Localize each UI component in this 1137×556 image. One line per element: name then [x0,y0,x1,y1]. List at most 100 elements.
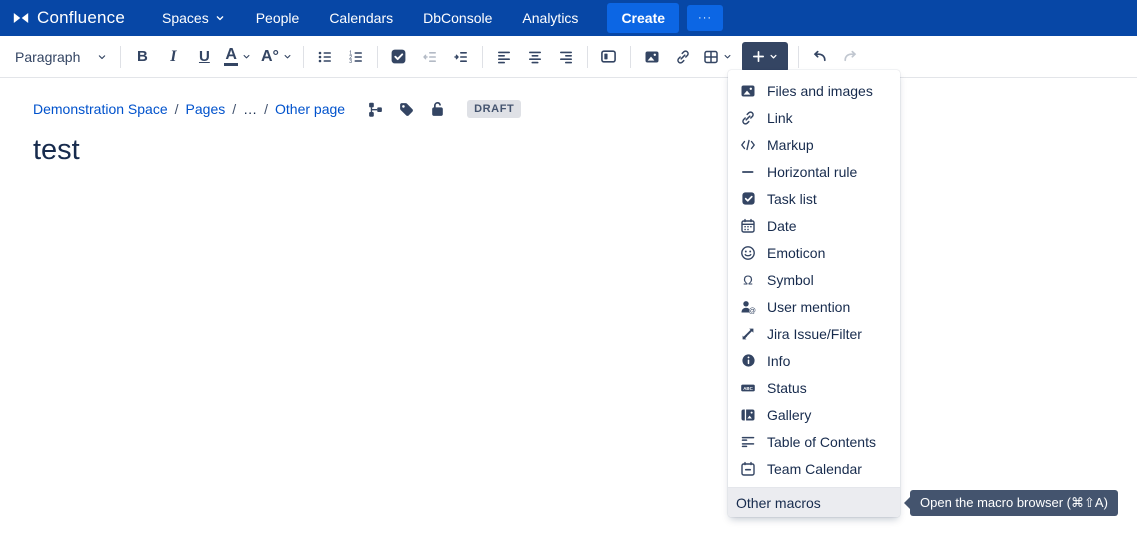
nav-item-spaces[interactable]: Spaces [147,0,241,36]
logo-text: Confluence [37,8,125,28]
insert-more-content-button[interactable] [742,42,788,72]
menu-item-gallery[interactable]: Gallery [728,401,900,428]
nav-item-label: Calendars [329,10,393,26]
files-and-images-icon [740,83,756,99]
nav-item-people[interactable]: People [241,0,315,36]
bullet-list-button[interactable] [310,42,340,72]
menu-item-label: Date [767,218,797,234]
indent-button[interactable] [446,42,476,72]
team-calendar-icon [740,461,756,477]
image-icon [644,49,660,65]
chevron-down-icon [282,51,293,62]
breadcrumb-item-pages[interactable]: Pages [186,101,226,117]
align-center-icon [527,49,543,65]
underline-button[interactable]: U [189,42,219,72]
text-color-dropdown[interactable]: A [220,42,256,72]
task-list-button[interactable] [384,42,414,72]
confluence-logo[interactable]: Confluence [12,8,125,28]
task-list-icon [740,191,756,207]
menu-item-jira-issue-filter[interactable]: Jira Issue/Filter [728,320,900,347]
menu-item-team-calendar[interactable]: Team Calendar [728,455,900,482]
text-style-label: A° [261,48,279,66]
page-title[interactable]: test [33,134,1137,167]
nav-item-label: DbConsole [423,10,492,26]
date-icon [740,218,756,234]
text-color-label: A [224,47,238,67]
svg-text:Ω: Ω [743,272,753,287]
unlock-icon[interactable] [428,100,446,118]
menu-item-label: User mention [767,299,850,315]
align-right-icon [558,49,574,65]
editor-body[interactable] [33,167,1137,487]
toolbar-separator [377,46,378,68]
menu-item-user-mention[interactable]: @ User mention [728,293,900,320]
menu-item-task-list[interactable]: Task list [728,185,900,212]
menu-item-status[interactable]: ABC Status [728,374,900,401]
redo-button [836,42,866,72]
align-right-button[interactable] [551,42,581,72]
nav-item-dbconsole[interactable]: DbConsole [408,0,507,36]
more-button[interactable]: ··· [687,5,723,31]
breadcrumb-ellipsis[interactable]: … [243,101,257,117]
menu-item-label: Files and images [767,83,873,99]
menu-item-link[interactable]: Link [728,104,900,131]
link-icon [740,110,756,126]
block-style-dropdown[interactable]: Paragraph [13,42,114,72]
menu-item-label: Task list [767,191,817,207]
breadcrumb-item-other-page[interactable]: Other page [275,101,345,117]
menu-item-label: Horizontal rule [767,164,857,180]
align-left-button[interactable] [489,42,519,72]
top-navbar: Confluence Spaces People Calendars DbCon… [0,0,1137,36]
redo-icon [842,48,859,65]
toolbar-separator [587,46,588,68]
tooltip-text: Open the macro browser (⌘⇧A) [920,495,1108,510]
breadcrumb-separator: / [175,101,179,117]
toolbar-separator [630,46,631,68]
breadcrumb-item-space[interactable]: Demonstration Space [33,101,168,117]
info-icon [740,353,756,369]
insert-image-button[interactable] [637,42,667,72]
undo-button[interactable] [805,42,835,72]
page-tree-location-icon[interactable] [366,100,384,118]
toolbar-separator [798,46,799,68]
block-style-label: Paragraph [15,49,80,65]
menu-item-label: Link [767,110,793,126]
menu-item-horizontal-rule[interactable]: Horizontal rule [728,158,900,185]
menu-item-date[interactable]: Date [728,212,900,239]
menu-item-table-of-contents[interactable]: Table of Contents [728,428,900,455]
menu-item-emoticon[interactable]: Emoticon [728,239,900,266]
user-mention-icon: @ [740,299,756,315]
nav-item-calendars[interactable]: Calendars [314,0,408,36]
nav-item-label: Analytics [522,10,578,26]
draft-status-badge: DRAFT [467,100,521,118]
chevron-down-icon [96,51,108,63]
svg-text:@: @ [748,306,756,315]
labels-tag-icon[interactable] [397,100,415,118]
insert-link-button[interactable] [668,42,698,72]
menu-item-label: Jira Issue/Filter [767,326,862,342]
breadcrumb-separator: / [264,101,268,117]
table-of-contents-icon [740,434,756,450]
page-layout-button[interactable] [594,42,624,72]
numbered-list-button[interactable]: 123 [341,42,371,72]
table-icon [703,49,719,65]
align-center-button[interactable] [520,42,550,72]
menu-item-info[interactable]: Info [728,347,900,374]
bold-button[interactable]: B [127,42,157,72]
menu-item-symbol[interactable]: Ω Symbol [728,266,900,293]
chevron-down-icon [768,51,779,62]
undo-icon [811,48,828,65]
numbered-list-icon: 123 [348,49,364,65]
menu-item-markup[interactable]: Markup [728,131,900,158]
create-button[interactable]: Create [607,3,679,33]
italic-button[interactable]: I [158,42,188,72]
menu-item-label: Team Calendar [767,461,862,477]
indent-icon [453,49,469,65]
menu-item-other-macros[interactable]: Other macros [728,488,900,517]
nav-item-analytics[interactable]: Analytics [507,0,593,36]
insert-table-dropdown[interactable] [699,42,737,72]
symbol-icon: Ω [740,272,756,288]
chevron-down-icon [214,12,226,24]
menu-item-files-and-images[interactable]: Files and images [728,77,900,104]
text-style-dropdown[interactable]: A° [257,42,297,72]
